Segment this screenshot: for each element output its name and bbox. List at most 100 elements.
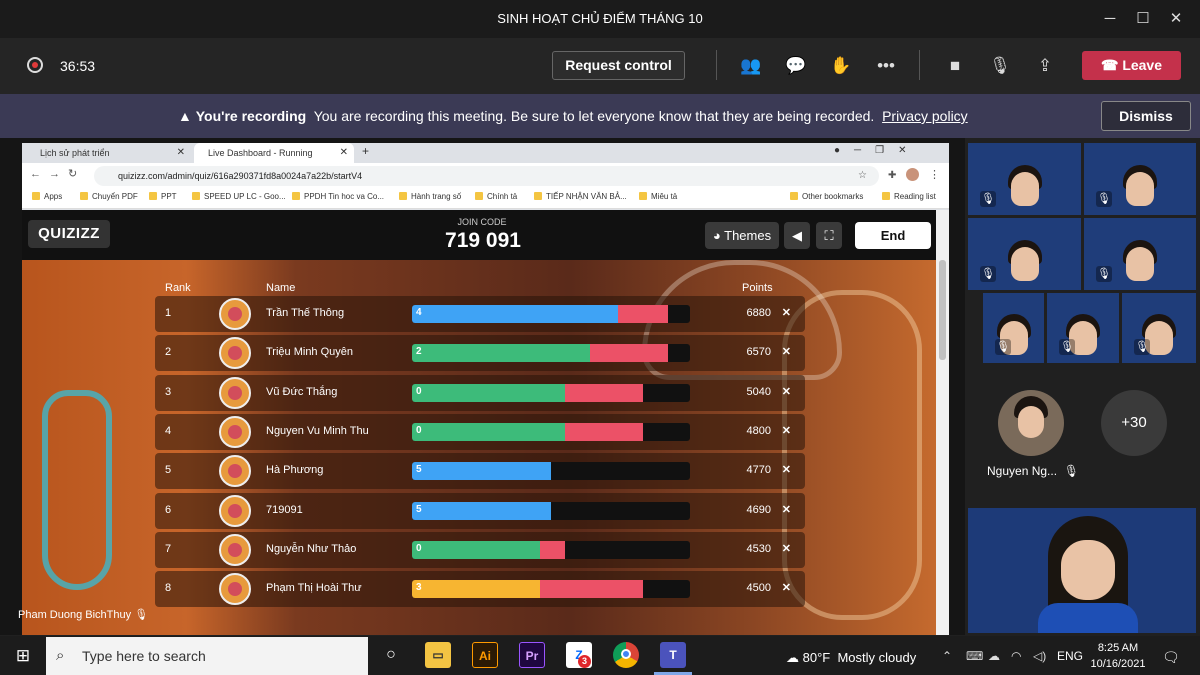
raise-hand-icon[interactable]: ✋ bbox=[829, 54, 853, 78]
streak-count: 2 bbox=[416, 346, 422, 358]
player-points: 5040 bbox=[746, 385, 771, 398]
chrome-icon[interactable] bbox=[613, 642, 639, 668]
volume-icon[interactable]: ◁) bbox=[1033, 649, 1046, 663]
remove-player-icon[interactable]: ✕ bbox=[782, 463, 791, 476]
browser-window-controls[interactable]: ●─❐✕ bbox=[834, 145, 920, 156]
bar-segment-blue bbox=[412, 462, 551, 481]
participant-name-label: Nguyen Ng... bbox=[987, 464, 1058, 478]
window-title-bar: SINH HOẠT CHỦ ĐIỂM THÁNG 10 bbox=[0, 0, 1200, 38]
streak-count: 0 bbox=[416, 424, 422, 436]
bar-segment-red bbox=[539, 540, 565, 559]
mic-off-icon[interactable]: 🎙 bbox=[988, 54, 1012, 78]
taskbar-search-input[interactable]: ⌕ Type here to search bbox=[46, 637, 368, 675]
bar-segment-red bbox=[564, 383, 643, 402]
participant-video[interactable]: 🎙 bbox=[1084, 218, 1196, 290]
presenter-face bbox=[1061, 540, 1115, 600]
presenter-name-label: Pham Duong BichThuy bbox=[18, 609, 132, 621]
remove-player-icon[interactable]: ✕ bbox=[782, 306, 791, 319]
url-input[interactable]: quizizz.com/admin/quiz/616a290371fd8a002… bbox=[94, 166, 879, 186]
tab-close-icon[interactable]: ✕ bbox=[177, 143, 185, 163]
keyboard-icon[interactable]: ⌨ bbox=[966, 649, 983, 663]
task-view-icon[interactable]: ○ bbox=[378, 642, 404, 668]
bookmark-item[interactable]: PPT bbox=[149, 192, 177, 201]
sound-icon[interactable]: ◀ bbox=[784, 222, 810, 249]
remove-player-icon[interactable]: ✕ bbox=[782, 424, 791, 437]
chat-icon[interactable]: 💬 bbox=[784, 54, 808, 78]
onedrive-icon[interactable]: ☁ bbox=[988, 649, 1000, 663]
participant-video[interactable]: 🎙 bbox=[1122, 293, 1196, 363]
participant-avatar[interactable] bbox=[998, 390, 1064, 456]
browser-tab[interactable]: Lịch sử phát triển ✕ bbox=[26, 143, 191, 163]
bookmark-item[interactable]: PPDH Tin hoc va Co... bbox=[292, 192, 384, 201]
bookmark-item[interactable]: TIẾP NHẬN VĂN BẢ... bbox=[534, 192, 627, 201]
participant-video[interactable]: 🎙 bbox=[1084, 143, 1196, 215]
player-name: Trần Thế Thông bbox=[266, 307, 345, 319]
player-avatar bbox=[219, 455, 251, 488]
browser-tab-active[interactable]: Live Dashboard - Running ✕ bbox=[194, 143, 354, 163]
remove-player-icon[interactable]: ✕ bbox=[782, 345, 791, 358]
participant-video[interactable]: 🎙 bbox=[983, 293, 1044, 363]
menu-icon[interactable]: ⋮ bbox=[929, 168, 940, 181]
weather-widget[interactable]: ☁ 80°F Mostly cloudy bbox=[786, 650, 916, 666]
request-control-button[interactable]: Request control bbox=[552, 51, 685, 80]
remove-player-icon[interactable]: ✕ bbox=[782, 503, 791, 516]
bookmark-item[interactable]: SPEED UP LC - Goo... bbox=[192, 192, 286, 201]
camera-icon[interactable]: ■ bbox=[943, 54, 967, 78]
remove-player-icon[interactable]: ✕ bbox=[782, 542, 791, 555]
language-indicator[interactable]: ENG bbox=[1057, 649, 1083, 663]
close-icon[interactable]: ✕ bbox=[1165, 8, 1187, 30]
remove-player-icon[interactable]: ✕ bbox=[782, 385, 791, 398]
nav-arrows-icon[interactable]: ←→↻ bbox=[30, 167, 85, 180]
tab-close-icon[interactable]: ✕ bbox=[340, 143, 348, 163]
participant-video[interactable]: 🎙 bbox=[968, 218, 1081, 290]
windows-start-icon[interactable]: ⊞ bbox=[0, 636, 46, 675]
page-scrollbar[interactable] bbox=[936, 210, 949, 635]
bookmark-item[interactable]: Chuyển PDF bbox=[80, 192, 138, 201]
recording-banner-text: ▲ You're recording You are recording thi… bbox=[178, 108, 968, 124]
bookmark-item[interactable]: Miêu tả bbox=[639, 192, 677, 201]
minimize-icon[interactable]: ─ bbox=[1099, 8, 1121, 30]
profile-avatar[interactable] bbox=[906, 168, 919, 181]
participant-video[interactable]: 🎙 bbox=[968, 143, 1081, 215]
illustrator-icon[interactable]: Ai bbox=[472, 642, 498, 668]
bookmark-item[interactable]: Hành trang số bbox=[399, 192, 461, 201]
fullscreen-icon[interactable]: ⛶ bbox=[816, 222, 842, 249]
star-icon[interactable]: ☆ bbox=[858, 170, 867, 181]
weather-desc: Mostly cloudy bbox=[837, 650, 917, 665]
chevron-up-icon[interactable]: ⌃ bbox=[942, 649, 952, 663]
privacy-policy-link[interactable]: Privacy policy bbox=[882, 108, 968, 124]
maximize-icon[interactable]: ☐ bbox=[1132, 8, 1154, 30]
player-avatar bbox=[219, 337, 251, 370]
participant-video[interactable]: 🎙 bbox=[1047, 293, 1119, 363]
remove-player-icon[interactable]: ✕ bbox=[782, 581, 791, 594]
notifications-icon[interactable]: 🗨 bbox=[1162, 649, 1180, 666]
wifi-icon[interactable]: ◠ bbox=[1011, 649, 1021, 663]
dismiss-button[interactable]: Dismiss bbox=[1101, 101, 1191, 131]
bar-segment-blue bbox=[412, 305, 618, 323]
bookmark-item[interactable]: Reading list bbox=[882, 192, 936, 201]
bar-segment-green bbox=[412, 383, 565, 402]
bookmark-item[interactable]: Other bookmarks bbox=[790, 192, 863, 201]
new-tab-icon[interactable]: + bbox=[362, 144, 369, 158]
bookmark-item[interactable]: Chính tả bbox=[475, 192, 517, 201]
scrollbar-thumb[interactable] bbox=[939, 260, 946, 360]
bookmark-item[interactable]: Apps bbox=[32, 192, 62, 201]
end-button[interactable]: End bbox=[855, 222, 931, 249]
phone-icon: ☎ bbox=[1100, 57, 1123, 73]
more-participants-button[interactable]: +30 bbox=[1101, 390, 1167, 456]
extensions-icon[interactable]: ✚ bbox=[888, 170, 896, 181]
participants-icon[interactable]: 👥 bbox=[739, 54, 763, 78]
more-options-icon[interactable]: ••• bbox=[874, 54, 898, 78]
themes-button[interactable]: ◕ Themes bbox=[705, 222, 779, 249]
presenter-video[interactable] bbox=[968, 508, 1196, 633]
file-explorer-icon[interactable]: ▭ bbox=[425, 642, 451, 668]
accuracy-bar: 5 bbox=[412, 501, 690, 520]
clock[interactable]: 8:25 AM 10/16/2021 bbox=[1089, 640, 1147, 672]
player-avatar bbox=[219, 415, 251, 448]
toolbar-divider bbox=[919, 50, 920, 80]
premiere-icon[interactable]: Pr bbox=[519, 642, 545, 668]
share-screen-icon[interactable]: ⇪ bbox=[1033, 54, 1057, 78]
zalo-icon[interactable]: Z 3 bbox=[566, 642, 592, 668]
leave-button[interactable]: ☎ Leave bbox=[1082, 51, 1181, 80]
teams-icon[interactable]: T bbox=[660, 642, 686, 668]
